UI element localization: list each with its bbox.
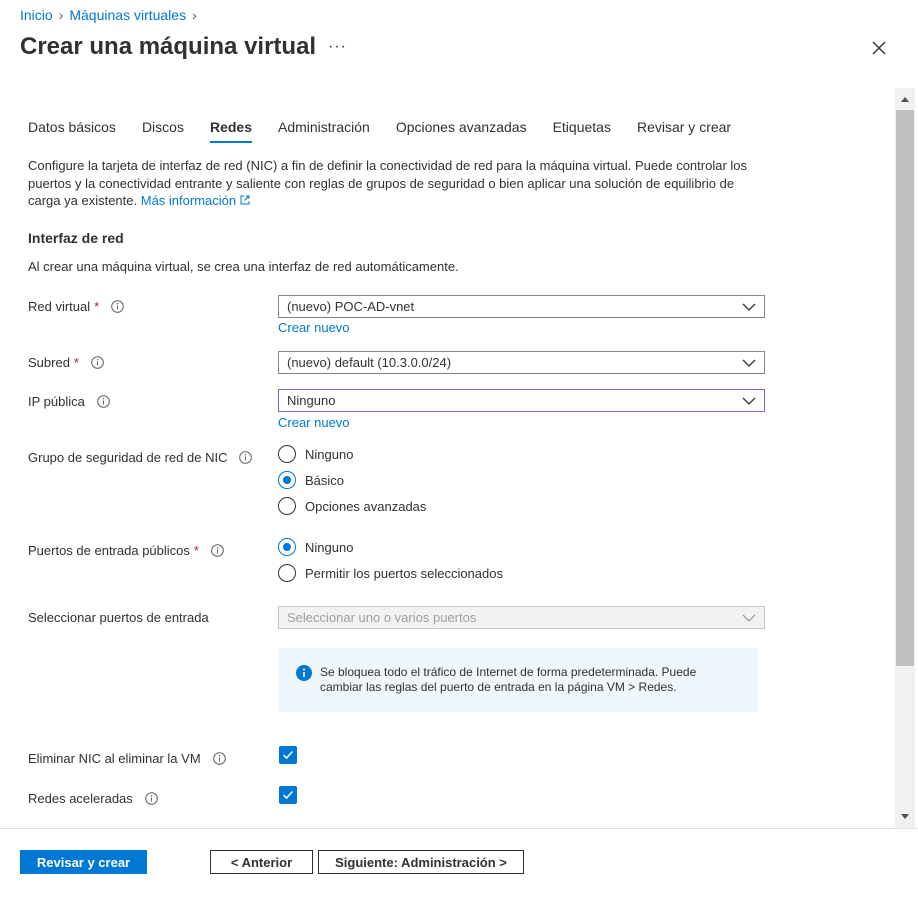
info-icon[interactable]: [211, 544, 224, 557]
inbound-option-none[interactable]: Ninguno: [278, 538, 353, 556]
tab-networking[interactable]: Redes: [209, 119, 253, 143]
info-message-text: Se bloquea todo el tráfico de Internet d…: [320, 665, 697, 694]
delete-nic-checkbox[interactable]: [279, 746, 297, 764]
tab-management[interactable]: Administración: [278, 119, 370, 143]
previous-button[interactable]: < Anterior: [210, 850, 313, 874]
inbound-option-allow-selected[interactable]: Permitir los puertos seleccionados: [278, 564, 503, 582]
accelerated-networking-checkbox[interactable]: [279, 786, 297, 804]
subnet-select[interactable]: (nuevo) default (10.3.0.0/24): [278, 351, 765, 374]
checkmark-icon: [282, 750, 294, 760]
radio-button[interactable]: [278, 497, 296, 515]
info-icon[interactable]: [111, 300, 125, 313]
public-ip-select[interactable]: Ninguno: [278, 389, 765, 412]
nsg-option-none[interactable]: Ninguno: [278, 445, 353, 463]
learn-more-link[interactable]: Más información: [141, 193, 250, 208]
tab-bar: Datos básicos Discos Redes Administració…: [28, 119, 757, 143]
info-message-box: Se bloquea todo el tráfico de Internet d…: [278, 648, 758, 712]
tab-review-create[interactable]: Revisar y crear: [637, 119, 731, 143]
subnet-label: Subred *: [28, 355, 104, 370]
chevron-right-icon: ›: [192, 7, 197, 23]
radio-button[interactable]: [278, 445, 296, 463]
breadcrumb-vms-link[interactable]: Máquinas virtuales: [69, 7, 186, 23]
breadcrumb-home-link[interactable]: Inicio: [20, 7, 53, 23]
nsg-option-advanced[interactable]: Opciones avanzadas: [278, 497, 426, 515]
close-icon: [872, 41, 886, 55]
tab-tags[interactable]: Etiquetas: [553, 119, 611, 143]
next-button[interactable]: Siguiente: Administración >: [318, 850, 524, 874]
description-text: Configure la tarjeta de interfaz de red …: [28, 158, 748, 208]
chevron-right-icon: ›: [58, 7, 64, 23]
chevron-down-icon: [742, 303, 756, 311]
radio-button[interactable]: [278, 564, 296, 582]
info-icon[interactable]: [212, 752, 226, 765]
tab-disks[interactable]: Discos: [142, 119, 184, 143]
scroll-down-arrow-icon[interactable]: [895, 812, 915, 822]
breadcrumb: Inicio › Máquinas virtuales ›: [20, 7, 197, 23]
info-icon[interactable]: [239, 451, 253, 464]
external-link-icon: [240, 195, 250, 205]
public-ip-label: IP pública: [28, 394, 110, 409]
select-ports-dropdown[interactable]: Seleccionar uno o varios puertos: [278, 606, 765, 629]
review-create-button[interactable]: Revisar y crear: [20, 850, 147, 874]
scroll-up-arrow-icon[interactable]: [895, 94, 915, 104]
delete-nic-label: Eliminar NIC al eliminar la VM: [28, 751, 226, 766]
inbound-ports-label: Puertos de entrada públicos *: [28, 543, 224, 558]
select-ports-label: Seleccionar puertos de entrada: [28, 610, 209, 625]
create-public-ip-link[interactable]: Crear nuevo: [278, 415, 350, 430]
chevron-down-icon: [742, 397, 756, 405]
info-icon[interactable]: [97, 395, 110, 408]
nsg-option-basic[interactable]: Básico: [278, 471, 344, 489]
radio-button-checked[interactable]: [278, 538, 296, 556]
section-title-network-interface: Interfaz de red: [28, 230, 124, 246]
close-button[interactable]: [870, 39, 888, 57]
accelerated-networking-label: Redes aceleradas: [28, 791, 158, 806]
info-icon[interactable]: [91, 356, 104, 369]
checkmark-icon: [282, 790, 294, 800]
section-description: Al crear una máquina virtual, se crea un…: [28, 259, 459, 274]
more-options-button[interactable]: ···: [328, 38, 347, 56]
vnet-select[interactable]: (nuevo) POC-AD-vnet: [278, 295, 765, 318]
vnet-label: Red virtual *: [28, 299, 125, 314]
radio-button-checked[interactable]: [278, 471, 296, 489]
scrollbar-thumb[interactable]: [896, 110, 914, 666]
chevron-down-icon: [742, 359, 756, 367]
tab-basics[interactable]: Datos básicos: [28, 119, 116, 143]
footer-divider: [0, 828, 918, 829]
nsg-label: Grupo de seguridad de red de NIC: [28, 450, 253, 465]
create-vnet-link[interactable]: Crear nuevo: [278, 320, 350, 335]
info-filled-icon: [296, 665, 312, 681]
tab-advanced[interactable]: Opciones avanzadas: [396, 119, 527, 143]
page-description: Configure la tarjeta de interfaz de red …: [28, 157, 758, 210]
vertical-scrollbar[interactable]: [895, 88, 915, 828]
page-title: Crear una máquina virtual: [20, 33, 317, 60]
chevron-down-icon: [742, 614, 756, 622]
info-icon[interactable]: [144, 792, 158, 805]
